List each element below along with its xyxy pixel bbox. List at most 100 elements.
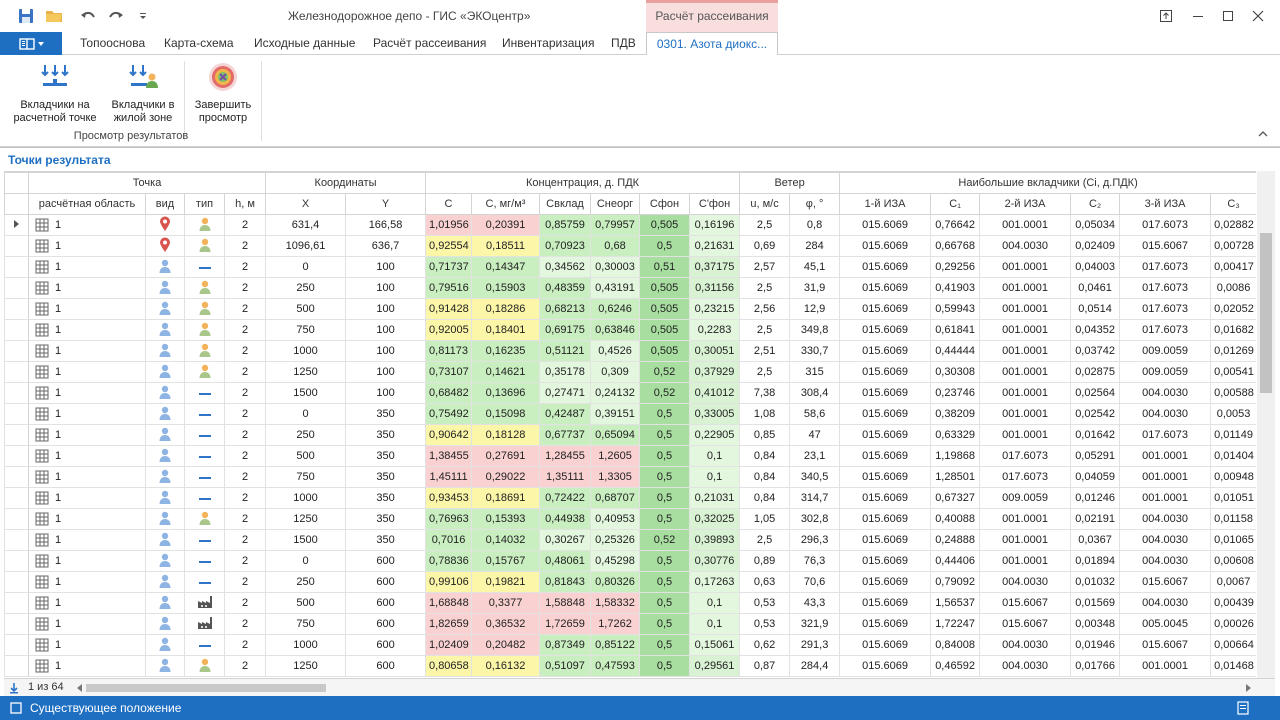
cell-y[interactable]: 600: [345, 613, 427, 635]
cell-cfon-prime[interactable]: 0,1: [689, 466, 741, 488]
cell-x[interactable]: 0: [265, 256, 347, 278]
cell-iza3[interactable]: 001.0001: [1119, 655, 1212, 677]
cell-y[interactable]: 350: [345, 529, 427, 551]
cell-c[interactable]: 0,78836: [425, 550, 473, 572]
table-row[interactable]: 1 2 750 100 0,92005 0,18401 0,69175 0,63846 0,50…: [4, 319, 1256, 341]
cell-sneorg[interactable]: 1,58332: [590, 592, 641, 614]
col-header-c2[interactable]: C₂: [1070, 193, 1121, 215]
cell-iza2[interactable]: 001.0001: [979, 214, 1072, 236]
cell-sneorg[interactable]: 0,39151: [590, 403, 641, 425]
cell-iza2[interactable]: 001.0001: [979, 256, 1072, 278]
cell-u[interactable]: 1,08: [739, 403, 791, 425]
cell-iza1[interactable]: 015.6069: [839, 571, 932, 593]
cell-h[interactable]: 2: [223, 340, 267, 362]
cell-cmg[interactable]: 0,18691: [471, 487, 541, 509]
cell-c1[interactable]: 0,67327: [930, 487, 981, 509]
cell-tip[interactable]: [184, 508, 225, 530]
cell-sneorg[interactable]: 0,45298: [590, 550, 641, 572]
cell-iza1[interactable]: 015.6069: [839, 487, 932, 509]
cell-phi[interactable]: 58,6: [789, 403, 841, 425]
cell-svklad[interactable]: 0,67737: [539, 424, 592, 446]
cell-sfon[interactable]: 0,52: [639, 361, 691, 383]
cell-sneorg[interactable]: 0,47593: [590, 655, 641, 677]
cell-c1[interactable]: 0,29256: [930, 256, 981, 278]
cell-sneorg[interactable]: 0,309: [590, 361, 641, 383]
cell-iza2[interactable]: 001.0001: [979, 277, 1072, 299]
cell-iza2[interactable]: 001.0001: [979, 529, 1072, 551]
cell-c1[interactable]: 1,72247: [930, 613, 981, 635]
cell-phi[interactable]: 291,3: [789, 634, 841, 656]
cell-phi[interactable]: 302,8: [789, 508, 841, 530]
cell-h[interactable]: 2: [223, 214, 267, 236]
cell-iza3[interactable]: 004.0030: [1119, 550, 1212, 572]
cell-tip[interactable]: [184, 634, 225, 656]
cell-sfon[interactable]: 0,5: [639, 655, 691, 677]
cell-y[interactable]: 600: [345, 592, 427, 614]
col-header-cmg[interactable]: C, мг/м³: [471, 193, 541, 215]
cell-x[interactable]: 250: [265, 571, 347, 593]
cell-area[interactable]: 1: [28, 529, 146, 551]
cell-iza2[interactable]: 015.6067: [979, 613, 1072, 635]
cell-cfon-prime[interactable]: 0,33005: [689, 403, 741, 425]
cell-phi[interactable]: 70,6: [789, 571, 841, 593]
cell-iza1[interactable]: 015.6069: [839, 319, 932, 341]
cell-u[interactable]: 2,5: [739, 277, 791, 299]
cell-tip[interactable]: [184, 361, 225, 383]
cell-y[interactable]: 100: [345, 256, 427, 278]
cell-c[interactable]: 0,81173: [425, 340, 473, 362]
cell-c1[interactable]: 1,19868: [930, 445, 981, 467]
maximize-icon[interactable]: [1216, 6, 1240, 26]
horizontal-scroll-thumb[interactable]: [86, 684, 326, 692]
cell-iza3[interactable]: 017.6073: [1119, 214, 1212, 236]
cell-h[interactable]: 2: [223, 592, 267, 614]
cell-cmg[interactable]: 0,36532: [471, 613, 541, 635]
cell-u[interactable]: 0,53: [739, 592, 791, 614]
cell-phi[interactable]: 340,5: [789, 466, 841, 488]
cell-c3[interactable]: 0,00541: [1210, 361, 1256, 383]
cell-iza3[interactable]: 001.0001: [1119, 487, 1212, 509]
cell-phi[interactable]: 349,8: [789, 319, 841, 341]
cell-iza2[interactable]: 004.0030: [979, 634, 1072, 656]
cell-c2[interactable]: 0,04352: [1070, 319, 1121, 341]
cell-iza2[interactable]: 004.0030: [979, 235, 1072, 257]
col-header-h[interactable]: h, м: [223, 193, 267, 215]
cell-u[interactable]: 0,62: [739, 634, 791, 656]
cell-vid[interactable]: [145, 214, 185, 236]
cell-c3[interactable]: 0,01065: [1210, 529, 1256, 551]
cell-sfon[interactable]: 0,505: [639, 298, 691, 320]
cell-phi[interactable]: 45,1: [789, 256, 841, 278]
cell-h[interactable]: 2: [223, 277, 267, 299]
cell-y[interactable]: 100: [345, 382, 427, 404]
cell-svklad[interactable]: 0,51121: [539, 340, 592, 362]
row-indicator[interactable]: [4, 445, 29, 467]
cell-c2[interactable]: 0,04003: [1070, 256, 1121, 278]
cell-y[interactable]: 350: [345, 445, 427, 467]
cell-iza3[interactable]: 004.0030: [1119, 592, 1212, 614]
horizontal-scrollbar[interactable]: [74, 681, 1254, 695]
cell-area[interactable]: 1: [28, 487, 146, 509]
row-indicator[interactable]: [4, 529, 29, 551]
cell-area[interactable]: 1: [28, 508, 146, 530]
cell-cfon-prime[interactable]: 0,2283: [689, 319, 741, 341]
table-row[interactable]: 1 2 0 350 0,75492 0,15098 0,42487 0,39151 0,5 0,3…: [4, 403, 1256, 425]
redo-icon[interactable]: [106, 6, 126, 26]
cell-tip[interactable]: [184, 592, 225, 614]
cell-cmg[interactable]: 0,18128: [471, 424, 541, 446]
cell-c3[interactable]: 0,01404: [1210, 445, 1256, 467]
cell-sfon[interactable]: 0,5: [639, 571, 691, 593]
cell-y[interactable]: 100: [345, 340, 427, 362]
cell-iza1[interactable]: 015.6069: [839, 424, 932, 446]
cell-tip[interactable]: [184, 340, 225, 362]
cell-iza3[interactable]: 015.6067: [1119, 571, 1212, 593]
cell-svklad[interactable]: 0,34562: [539, 256, 592, 278]
table-row[interactable]: 1 2 250 600 0,99106 0,19821 0,81843 0,80326 0,5 0…: [4, 571, 1256, 593]
cell-vid[interactable]: [145, 256, 185, 278]
cell-svklad[interactable]: 0,48359: [539, 277, 592, 299]
cell-x[interactable]: 1500: [265, 529, 347, 551]
cell-vid[interactable]: [145, 508, 185, 530]
table-row[interactable]: 1 2 1250 100 0,73107 0,14621 0,35178 0,309 0,52 0…: [4, 361, 1256, 383]
cell-c2[interactable]: 0,01569: [1070, 592, 1121, 614]
cell-u[interactable]: 0,84: [739, 466, 791, 488]
col-header-sneorg[interactable]: Снеорг: [590, 193, 641, 215]
cell-phi[interactable]: 43,3: [789, 592, 841, 614]
